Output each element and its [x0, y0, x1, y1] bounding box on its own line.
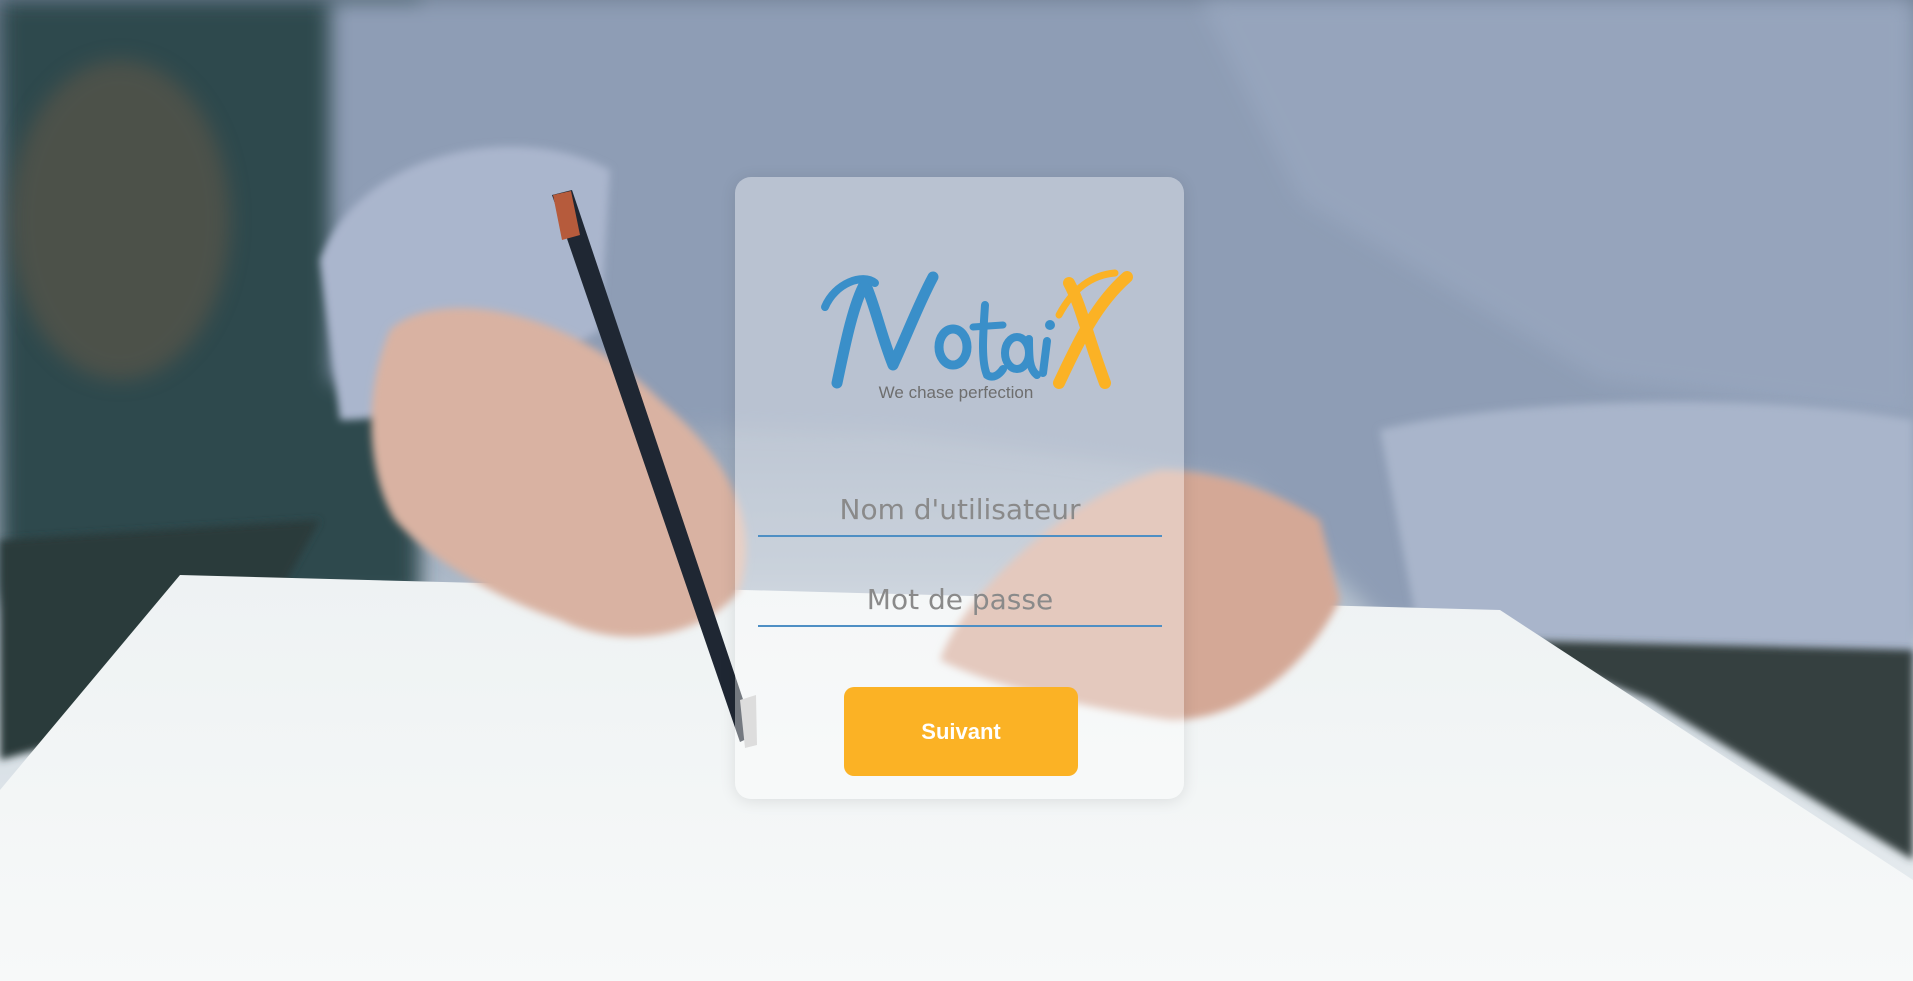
logo: We chase perfection	[815, 265, 1133, 402]
username-input[interactable]	[758, 483, 1162, 537]
next-button[interactable]: Suivant	[844, 687, 1078, 776]
logo-tagline: We chase perfection	[878, 383, 1034, 402]
login-card: We chase perfection Suivant	[735, 177, 1184, 799]
password-input[interactable]	[758, 573, 1162, 627]
notaix-logo-mark	[821, 269, 1133, 389]
